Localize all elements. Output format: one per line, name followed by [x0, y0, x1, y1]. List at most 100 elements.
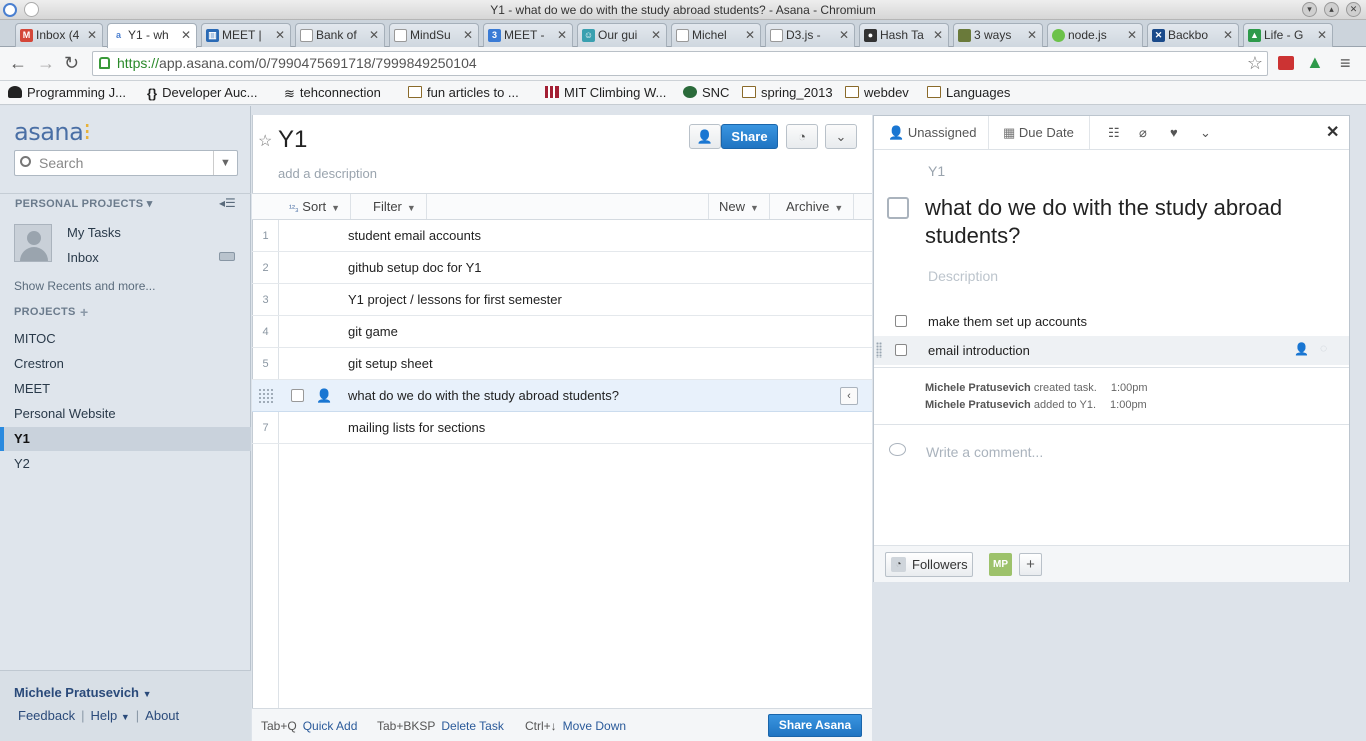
inbox-link[interactable]: Inbox: [67, 250, 99, 265]
followers-button[interactable]: ◔ Followers: [885, 552, 973, 577]
extension-icon[interactable]: [1278, 56, 1294, 70]
browser-tab[interactable]: 3 ways ✕: [953, 23, 1043, 47]
task-row[interactable]: 1 student email accounts: [252, 220, 872, 252]
comment-icon[interactable]: ◌: [1320, 341, 1327, 355]
tab-close-icon[interactable]: ✕: [1027, 24, 1037, 46]
search-dropdown-icon[interactable]: ▼: [213, 151, 237, 175]
maximize-icon[interactable]: ▴: [1324, 2, 1339, 17]
delete-task-link[interactable]: Delete Task: [441, 719, 503, 733]
tab-close-icon[interactable]: ✕: [557, 24, 567, 46]
browser-tab[interactable]: MindSu ✕: [389, 23, 479, 47]
subtasks-icon[interactable]: ☷: [1108, 116, 1120, 149]
add-follower-button[interactable]: +: [1019, 553, 1042, 576]
subtask-checkbox[interactable]: [895, 344, 907, 356]
task-row-selected[interactable]: 👤 what do we do with the study abroad st…: [252, 380, 872, 412]
menu-icon[interactable]: ≡: [1340, 54, 1351, 72]
task-row[interactable]: 4 git game: [252, 316, 872, 348]
sidebar-project-crestron[interactable]: Crestron: [0, 352, 251, 376]
subtask-row[interactable]: email introduction 👤 ◌: [874, 336, 1349, 365]
about-link[interactable]: About: [145, 708, 179, 723]
comment-input[interactable]: Write a comment...: [926, 444, 1043, 460]
follower-avatar[interactable]: MP: [989, 553, 1012, 576]
bookmark-item[interactable]: {} Developer Auc...: [147, 84, 258, 102]
chevron-left-icon[interactable]: ‹: [840, 387, 858, 405]
reload-icon[interactable]: ↻: [64, 54, 79, 72]
drag-handle-icon[interactable]: [876, 342, 882, 358]
task-project-label[interactable]: Y1: [928, 163, 945, 179]
due-date-button[interactable]: ▦ Due Date: [989, 116, 1090, 149]
task-complete-checkbox[interactable]: [887, 197, 909, 219]
search-input[interactable]: Search ▼: [14, 150, 238, 176]
project-menu-button[interactable]: ⌄: [825, 124, 857, 149]
browser-tab[interactable]: M Inbox (4 ✕: [15, 23, 103, 47]
bookmark-folder[interactable]: spring_2013: [742, 84, 833, 102]
bookmark-item[interactable]: SNC: [683, 84, 729, 102]
sort-button[interactable]: ¹²₃ Sort ▼: [279, 194, 352, 219]
tab-close-icon[interactable]: ✕: [839, 24, 849, 46]
chevron-down-icon[interactable]: ⌄: [1200, 116, 1211, 149]
subtask-checkbox[interactable]: [895, 315, 907, 327]
tab-close-icon[interactable]: ✕: [87, 24, 97, 46]
browser-tab[interactable]: Bank of ✕: [295, 23, 385, 47]
browser-tab[interactable]: Michel ✕: [671, 23, 761, 47]
bookmark-item[interactable]: ≋ tehconnection: [284, 84, 381, 102]
drag-handle-icon[interactable]: [258, 388, 274, 404]
filter-button[interactable]: Filter ▼: [363, 194, 427, 219]
attachment-icon[interactable]: ⌀: [1139, 116, 1147, 149]
my-tasks-link[interactable]: My Tasks: [67, 225, 121, 240]
task-row[interactable]: 3 Y1 project / lessons for first semester: [252, 284, 872, 316]
tab-close-icon[interactable]: ✕: [1223, 24, 1233, 46]
tab-close-icon[interactable]: ✕: [369, 24, 379, 46]
chromium-icon[interactable]: [3, 3, 17, 17]
tab-close-icon[interactable]: ✕: [463, 24, 473, 46]
sidebar-project-personal-website[interactable]: Personal Website: [0, 402, 251, 426]
assignee-icon[interactable]: 👤: [1294, 342, 1309, 356]
browser-tab[interactable]: ☺ Our gui ✕: [577, 23, 667, 47]
rss-button[interactable]: ◔: [786, 124, 818, 149]
add-project-icon[interactable]: +: [80, 304, 88, 320]
quick-add-link[interactable]: Quick Add: [303, 719, 358, 733]
bookmark-item[interactable]: Programming J...: [8, 84, 126, 102]
close-icon[interactable]: ✕: [1326, 122, 1339, 142]
favorite-star-icon[interactable]: ☆: [258, 131, 272, 151]
sidebar-project-mitoc[interactable]: MITOC: [0, 327, 251, 351]
drive-extension-icon[interactable]: ▲: [1306, 53, 1324, 71]
personal-projects-header[interactable]: PERSONAL PROJECTS ▾: [0, 193, 251, 211]
browser-tab-active[interactable]: a Y1 - wh ✕: [107, 23, 197, 48]
browser-tab[interactable]: D3.js - ✕: [765, 23, 855, 47]
asana-logo[interactable]: asana⁝: [14, 118, 91, 146]
close-window-icon[interactable]: ✕: [1346, 2, 1361, 17]
browser-tab[interactable]: node.js ✕: [1047, 23, 1143, 47]
tab-close-icon[interactable]: ✕: [1127, 24, 1137, 46]
sidebar-project-y1[interactable]: Y1: [0, 427, 251, 451]
task-row[interactable]: 5 git setup sheet: [252, 348, 872, 380]
sidebar-project-y2[interactable]: Y2: [0, 452, 251, 476]
tab-close-icon[interactable]: ✕: [181, 24, 191, 46]
bookmark-folder[interactable]: fun articles to ...: [408, 84, 519, 102]
browser-tab[interactable]: ● Hash Ta ✕: [859, 23, 949, 47]
forward-icon[interactable]: →: [37, 54, 55, 72]
share-asana-button[interactable]: Share Asana: [768, 714, 862, 737]
page-title[interactable]: Y1: [278, 126, 307, 154]
task-row[interactable]: 7 mailing lists for sections: [252, 412, 872, 444]
subtask-row[interactable]: make them set up accounts: [874, 307, 1349, 336]
move-down-link[interactable]: Move Down: [563, 719, 626, 733]
tab-close-icon[interactable]: ✕: [651, 24, 661, 46]
bookmark-folder[interactable]: Languages: [927, 84, 1010, 102]
browser-tab[interactable]: ▲ Life - G ✕: [1243, 23, 1333, 47]
task-title[interactable]: what do we do with the study abroad stud…: [925, 194, 1335, 250]
bookmark-folder[interactable]: webdev: [845, 84, 909, 102]
browser-tab[interactable]: ✕ Backbo ✕: [1147, 23, 1239, 47]
browser-tab[interactable]: ▥ MEET | ✕: [201, 23, 291, 47]
new-button[interactable]: New ▼: [708, 194, 770, 219]
assignee-button[interactable]: 👤 Unassigned: [874, 116, 989, 149]
window-menu-icon[interactable]: [24, 2, 39, 17]
minimize-icon[interactable]: ▾: [1302, 2, 1317, 17]
browser-tab[interactable]: 3 MEET - ✕: [483, 23, 573, 47]
show-recents-link[interactable]: Show Recents and more...: [14, 279, 155, 293]
project-description-input[interactable]: add a description: [278, 166, 377, 181]
tab-close-icon[interactable]: ✕: [745, 24, 755, 46]
feedback-link[interactable]: Feedback: [18, 708, 75, 723]
back-icon[interactable]: ←: [9, 54, 27, 72]
sidebar-project-meet[interactable]: MEET: [0, 377, 251, 401]
